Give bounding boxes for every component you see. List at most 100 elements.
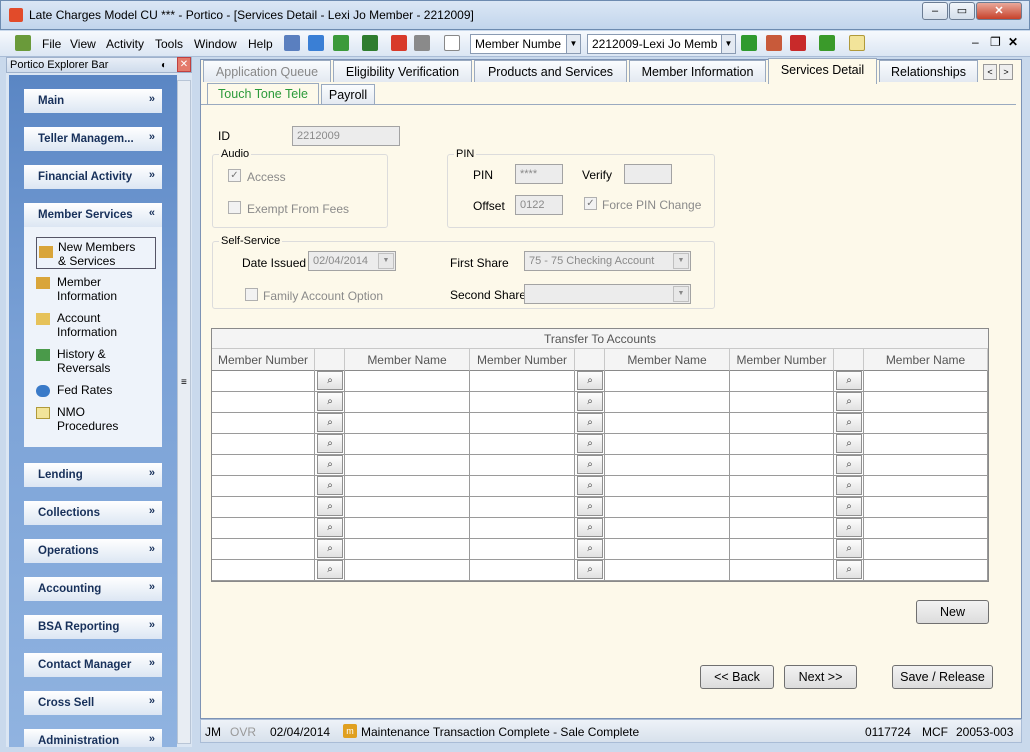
binoculars-icon[interactable]: ⌕ [577, 539, 603, 558]
member-number-cell[interactable] [212, 434, 315, 455]
binoculars-icon[interactable]: ⌕ [836, 413, 862, 432]
tab-application-queue[interactable]: Application Queue [203, 60, 331, 82]
maximize-button[interactable]: ▭ [949, 2, 975, 20]
binoculars-icon[interactable]: ⌕ [317, 371, 343, 390]
member-name-cell[interactable] [864, 371, 988, 392]
member-number-cell[interactable] [730, 497, 834, 518]
lookup-cell[interactable]: ⌕ [315, 539, 345, 560]
lookup-cell[interactable]: ⌕ [834, 497, 864, 518]
member-number-cell[interactable] [470, 434, 575, 455]
close-button[interactable]: ✕ [976, 2, 1022, 20]
lookup-cell[interactable]: ⌕ [575, 518, 605, 539]
member-name-cell[interactable] [345, 476, 470, 497]
calculator-icon[interactable] [284, 35, 300, 51]
member-number-cell[interactable] [730, 476, 834, 497]
chevron-down-icon[interactable]: ▼ [721, 35, 735, 53]
lookup-cell[interactable]: ⌕ [834, 539, 864, 560]
binoculars-icon[interactable]: ⌕ [836, 455, 862, 474]
member-number-cell[interactable] [470, 392, 575, 413]
member-name-cell[interactable] [864, 539, 988, 560]
pin-field[interactable]: **** [515, 164, 563, 184]
first-share-select[interactable]: 75 - 75 Checking Account ▼ [524, 251, 691, 271]
member-name-cell[interactable] [345, 560, 470, 581]
nav-group-lending[interactable]: Lending » [24, 463, 162, 487]
nav-group-member-services[interactable]: Member Services « [24, 203, 162, 227]
save-release-button[interactable]: Save / Release [892, 665, 993, 689]
tab-eligibility[interactable]: Eligibility Verification [333, 60, 472, 82]
member-name-cell[interactable] [345, 455, 470, 476]
lookup-cell[interactable]: ⌕ [834, 476, 864, 497]
member-name-cell[interactable] [605, 476, 730, 497]
member-number-cell[interactable] [730, 413, 834, 434]
subtab-payroll[interactable]: Payroll [321, 84, 375, 105]
member-number-cell[interactable] [730, 371, 834, 392]
battery-icon[interactable] [819, 35, 835, 51]
lookup-cell[interactable]: ⌕ [575, 371, 605, 392]
binoculars-icon[interactable]: ⌕ [317, 455, 343, 474]
mdi-minimize-button[interactable]: – [972, 35, 979, 49]
lookup-cell[interactable]: ⌕ [834, 560, 864, 581]
member-number-cell[interactable] [212, 497, 315, 518]
nav-group-administration[interactable]: Administration » [24, 729, 162, 747]
member-name-cell[interactable] [345, 413, 470, 434]
lookup-cell[interactable]: ⌕ [315, 518, 345, 539]
member-select[interactable]: 2212009-Lexi Jo Memb ▼ [587, 34, 736, 54]
binoculars-icon[interactable]: ⌕ [836, 560, 862, 579]
mdi-close-button[interactable]: ✕ [1008, 35, 1018, 49]
pin-icon[interactable]: ◐ [161, 58, 167, 73]
nav-group-cross-sell[interactable]: Cross Sell » [24, 691, 162, 715]
binoculars-icon[interactable]: ⌕ [577, 497, 603, 516]
binoculars-icon[interactable]: ⌕ [577, 455, 603, 474]
tag-icon[interactable] [308, 35, 324, 51]
member-name-cell[interactable] [864, 476, 988, 497]
access-checkbox[interactable]: ✓ [228, 169, 241, 182]
lookup-cell[interactable]: ⌕ [315, 560, 345, 581]
binoculars-icon[interactable]: ⌕ [577, 371, 603, 390]
binoculars-icon[interactable]: ⌕ [577, 518, 603, 537]
member-name-cell[interactable] [605, 371, 730, 392]
member-number-cell[interactable] [470, 455, 575, 476]
lookup-cell[interactable]: ⌕ [315, 413, 345, 434]
binoculars-icon[interactable]: ⌕ [836, 518, 862, 537]
explorer-splitter[interactable]: ≡ [177, 80, 191, 744]
lookup-type-select[interactable]: Member Numbe ▼ [470, 34, 581, 54]
nav-group-bsa[interactable]: BSA Reporting » [24, 615, 162, 639]
member-number-cell[interactable] [212, 413, 315, 434]
member-name-cell[interactable] [864, 392, 988, 413]
tab-scroll-right-icon[interactable]: > [999, 64, 1013, 80]
lookup-cell[interactable]: ⌕ [315, 371, 345, 392]
chevron-down-icon[interactable]: ▼ [673, 286, 689, 302]
nav-item-member-info[interactable]: Member Information [36, 275, 154, 305]
exempt-checkbox[interactable] [228, 201, 241, 214]
lookup-cell[interactable]: ⌕ [575, 539, 605, 560]
tab-scroll-left-icon[interactable]: < [983, 64, 997, 80]
lookup-cell[interactable]: ⌕ [575, 413, 605, 434]
binoculars-icon[interactable]: ⌕ [577, 392, 603, 411]
explorer-close-icon[interactable]: ✕ [177, 57, 191, 72]
lookup-cell[interactable]: ⌕ [834, 434, 864, 455]
binoculars-icon[interactable]: ⌕ [317, 476, 343, 495]
member-name-cell[interactable] [605, 518, 730, 539]
lookup-cell[interactable]: ⌕ [315, 392, 345, 413]
member-number-cell[interactable] [470, 539, 575, 560]
chevron-down-icon[interactable]: ▼ [378, 253, 394, 269]
redo-arrow-icon[interactable] [391, 35, 407, 51]
binoculars-icon[interactable]: ⌕ [836, 434, 862, 453]
binoculars-icon[interactable]: ⌕ [836, 497, 862, 516]
next-button[interactable]: Next >> [784, 665, 857, 689]
member-number-cell[interactable] [730, 392, 834, 413]
member-name-cell[interactable] [864, 560, 988, 581]
member-number-cell[interactable] [470, 476, 575, 497]
member-name-cell[interactable] [864, 455, 988, 476]
member-number-cell[interactable] [212, 371, 315, 392]
member-name-cell[interactable] [605, 497, 730, 518]
member-number-cell[interactable] [212, 560, 315, 581]
chevron-down-icon[interactable]: ▼ [673, 253, 689, 269]
lookup-cell[interactable]: ⌕ [834, 371, 864, 392]
chevron-down-icon[interactable]: ▼ [566, 35, 580, 53]
app-menu-icon[interactable] [15, 35, 31, 51]
member-name-cell[interactable] [605, 560, 730, 581]
menu-file[interactable]: File [42, 37, 61, 51]
binoculars-icon[interactable]: ⌕ [317, 539, 343, 558]
binoculars-icon[interactable]: ⌕ [317, 413, 343, 432]
